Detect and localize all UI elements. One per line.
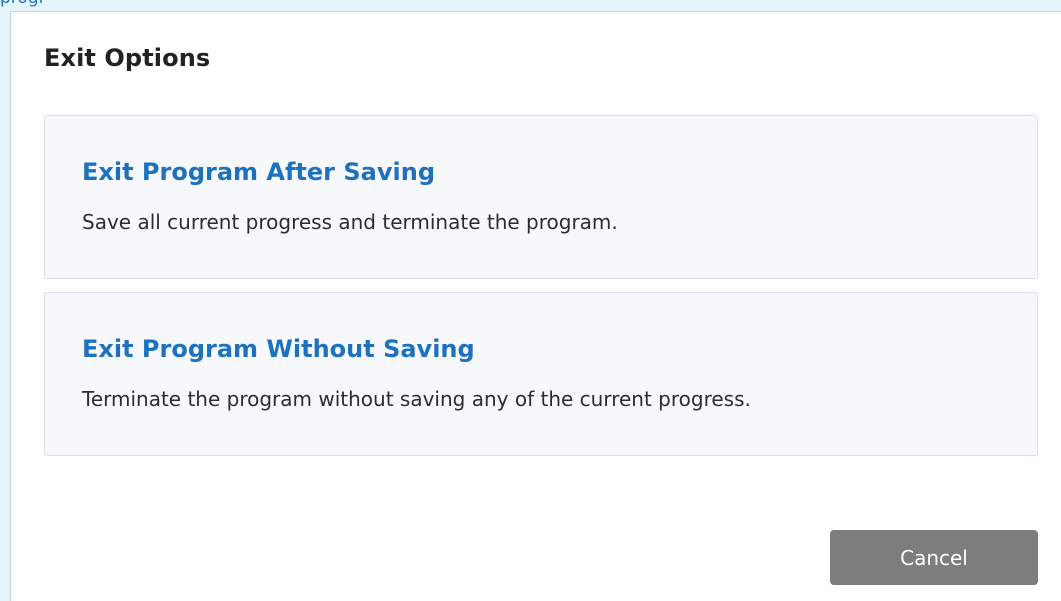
dialog-title: Exit Options (44, 44, 211, 72)
exit-after-saving-option[interactable]: Exit Program After Saving Save all curre… (44, 115, 1038, 279)
exit-after-saving-title[interactable]: Exit Program After Saving (82, 158, 435, 186)
cancel-button[interactable]: Cancel (830, 530, 1038, 585)
exit-without-saving-title[interactable]: Exit Program Without Saving (82, 335, 475, 363)
exit-after-saving-description: Save all current progress and terminate … (82, 210, 618, 234)
exit-options-dialog: Exit Options Exit Program After Saving S… (10, 11, 1061, 601)
exit-without-saving-option[interactable]: Exit Program Without Saving Terminate th… (44, 292, 1038, 456)
backdrop-partial-text: progr (0, 0, 46, 8)
exit-without-saving-description: Terminate the program without saving any… (82, 387, 751, 411)
